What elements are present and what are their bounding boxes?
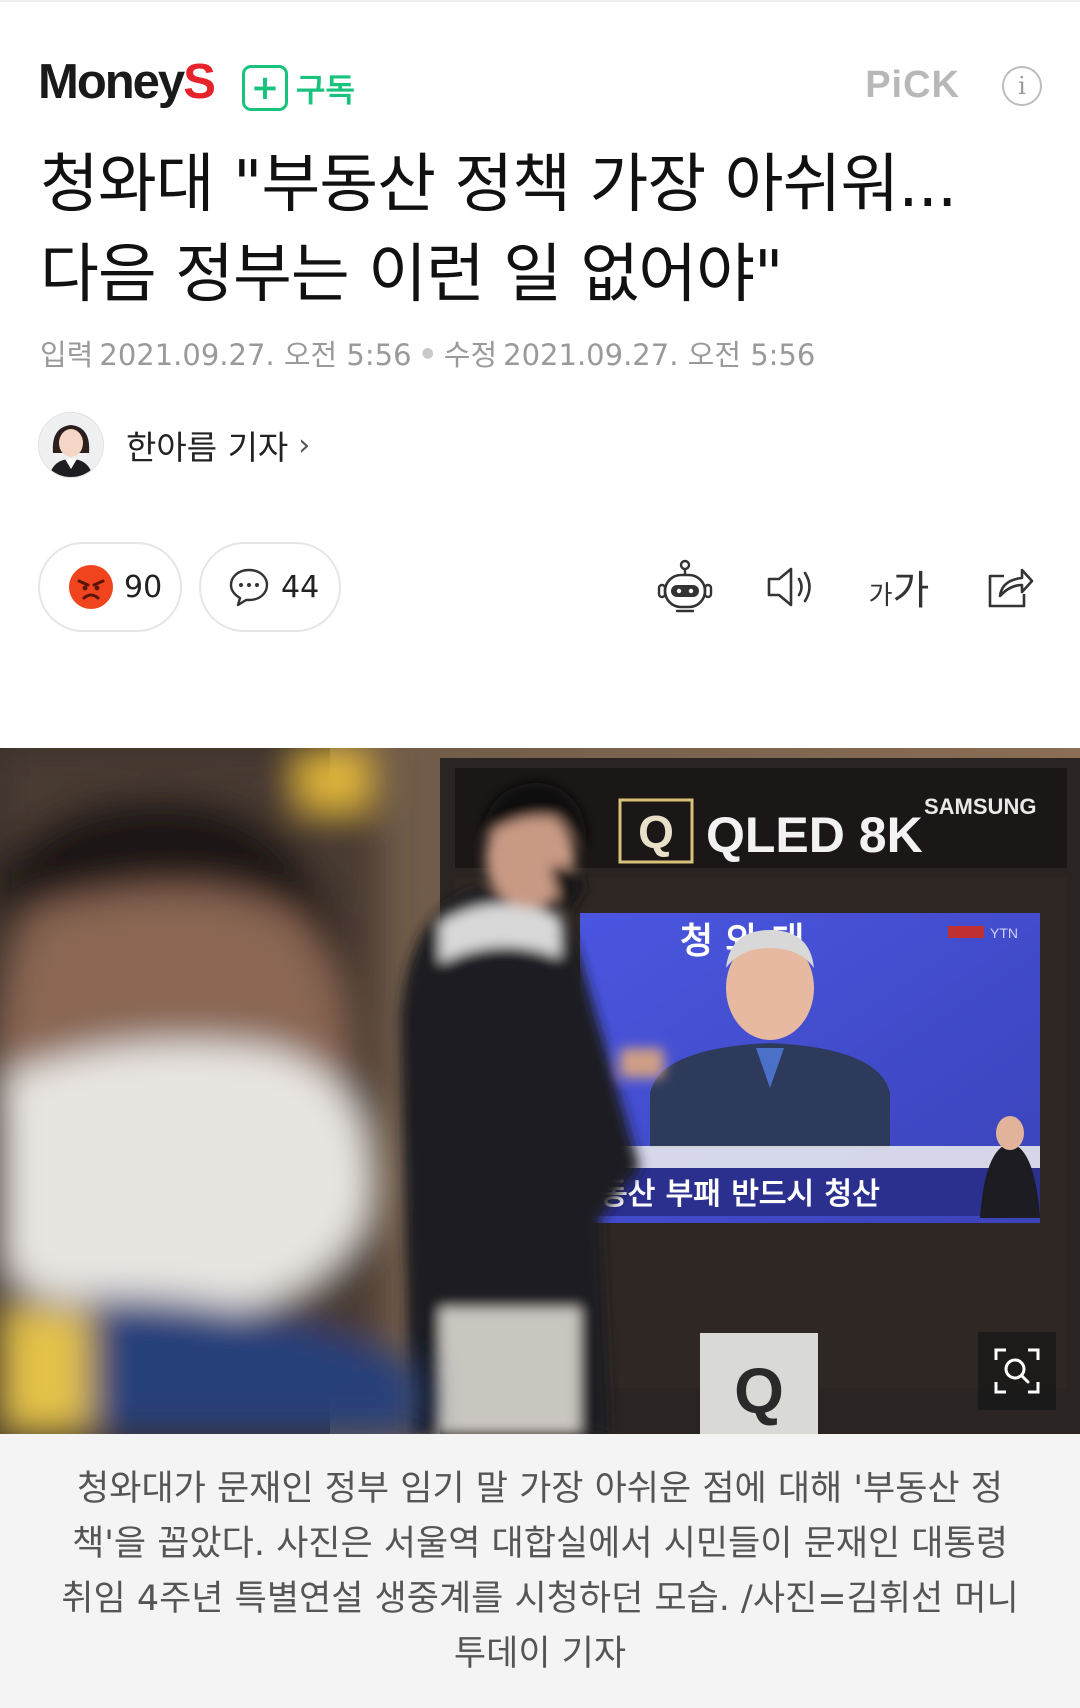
modified-datetime: 2021.09.27. 오전 5:56 [503, 338, 816, 372]
press-header: MoneyS + 구독 PiCK i [0, 40, 1080, 130]
author-avatar [38, 412, 104, 478]
article-photo[interactable]: Q QLED 8K SAMSUNG 청 와 대 YTN 동산 부패 반드시 청산… [0, 748, 1080, 1434]
separator-dot: ● [421, 345, 434, 361]
font-size-icon: 가가 [868, 568, 930, 614]
zoom-button[interactable] [978, 1332, 1056, 1410]
info-icon[interactable]: i [1002, 66, 1042, 106]
svg-text:Q: Q [734, 1355, 784, 1427]
zoom-icon [994, 1348, 1040, 1394]
subscribe-button[interactable]: + 구독 [242, 62, 355, 114]
modified-label: 수정 [443, 338, 498, 372]
tv-caption-text: 동산 부패 반드시 청산 [600, 1177, 880, 1212]
press-logo[interactable]: MoneyS [38, 58, 216, 107]
tv-channel-text: YTN [990, 925, 1018, 941]
top-divider [0, 0, 1080, 2]
author-name: 한아름 기자 [126, 428, 289, 467]
comment-count: 44 [281, 569, 320, 605]
svg-text:Q: Q [638, 806, 674, 858]
author-link[interactable]: 한아름 기자 › [38, 412, 310, 478]
tv-maker-text: SAMSUNG [924, 794, 1036, 819]
title-line-2: 다음 정부는 이런 일 없어야" [40, 238, 783, 312]
speech-bubble-icon [229, 568, 269, 607]
input-datetime: 2021.09.27. 오전 5:56 [99, 338, 412, 372]
article-title: 청와대 "부동산 정책 가장 아쉬워... 다음 정부는 이런 일 없어야" [40, 140, 1040, 320]
share-icon [988, 568, 1034, 608]
reaction-count: 90 [124, 569, 163, 605]
comment-button[interactable]: 44 [199, 542, 341, 632]
share-button[interactable] [974, 554, 1044, 620]
read-aloud-button[interactable] [756, 554, 826, 620]
photo-caption: 청와대가 문재인 정부 임기 말 가장 아쉬운 점에 대해 '부동산 정책'을 … [0, 1434, 1080, 1708]
tv-brand-text: QLED 8K [706, 807, 923, 863]
input-label: 입력 [40, 338, 94, 372]
angry-face-icon [69, 565, 113, 609]
speaker-icon [767, 567, 811, 607]
photo-caption-text: 청와대가 문재인 정부 임기 말 가장 아쉬운 점에 대해 '부동산 정책'을 … [61, 1469, 1019, 1674]
reaction-button[interactable]: 90 [38, 542, 182, 632]
robot-icon [657, 559, 713, 613]
plus-icon: + [242, 65, 288, 111]
title-line-1: 청와대 "부동산 정책 가장 아쉬워... [40, 148, 957, 222]
pick-badge: PiCK [865, 64, 960, 106]
article-dates: 입력 2021.09.27. 오전 5:56 ● 수정 2021.09.27. … [40, 332, 815, 374]
subscribe-label: 구독 [296, 71, 355, 109]
summary-bot-button[interactable] [650, 554, 720, 620]
chevron-right-icon: › [298, 427, 311, 463]
font-size-button[interactable]: 가가 [864, 554, 934, 620]
